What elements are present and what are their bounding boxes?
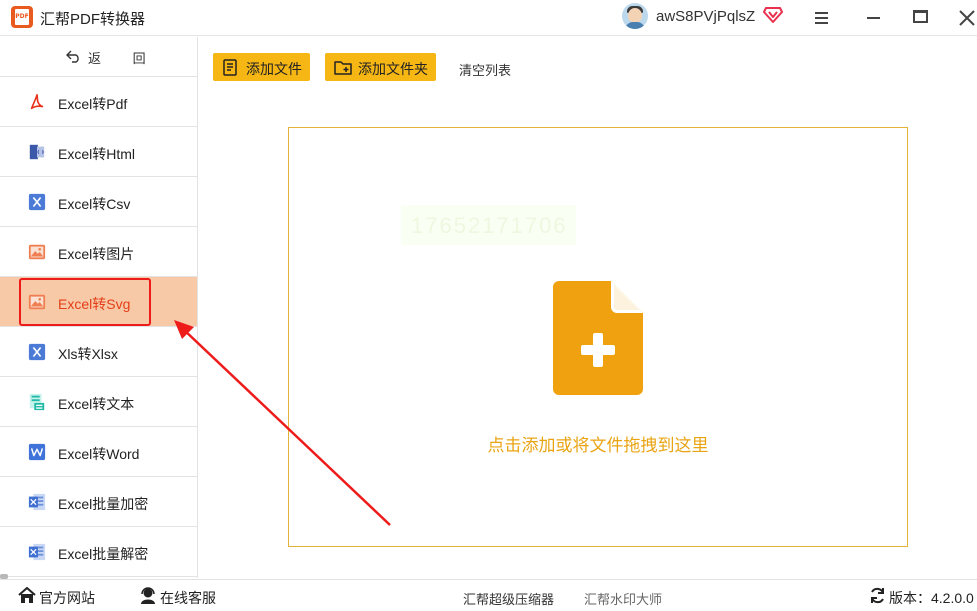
user-avatar[interactable] [622, 3, 648, 29]
clear-list-button[interactable]: 清空列表 [459, 60, 511, 79]
sidebar-item-label: Excel转文本 [58, 396, 135, 412]
back-label: 返 回 [88, 51, 160, 66]
pdf-icon [30, 93, 44, 110]
sidebar-item-label: Excel批量解密 [58, 546, 149, 562]
csv-icon [28, 193, 46, 211]
minimize-icon[interactable] [864, 8, 884, 28]
version-label: 版本：4.2.0.0 [889, 590, 974, 606]
official-website-label: 官方网站 [39, 590, 95, 606]
sidebar-item-label: Excel转Word [58, 446, 140, 462]
refresh-icon [871, 587, 884, 604]
sidebar-item-label: Excel批量加密 [58, 496, 149, 512]
app-logo-icon: PDF [11, 6, 33, 28]
sidebar-item-excel-to-image[interactable]: Excel转图片 [0, 227, 197, 277]
sidebar-item-label: Excel转Pdf [58, 96, 128, 112]
drop-hint: 点击添加或将文件拖拽到这里 [487, 436, 709, 455]
sidebar-item-excel-to-csv[interactable]: Excel转Csv [0, 177, 197, 227]
watermark-app-link[interactable]: 汇帮水印大师 [584, 589, 662, 608]
file-drop-zone[interactable]: 17652171706 点击添加或将文件拖拽到这里 [288, 127, 908, 547]
title-bar: PDF 汇帮PDF转换器 awS8PVjPqlsZ [0, 0, 977, 36]
status-bar: 官方网站 在线客服 汇帮超级压缩器 汇帮水印大师 版本：4.2.0.0 [0, 579, 977, 611]
add-file-icon [223, 59, 237, 76]
support-agent-icon [141, 587, 155, 604]
add-file-button[interactable]: 添加文件 [213, 53, 310, 81]
maximize-icon[interactable] [911, 8, 931, 28]
add-folder-icon [334, 61, 352, 75]
sidebar-item-label: Excel转Html [58, 146, 136, 162]
add-folder-label: 添加文件夹 [358, 61, 428, 77]
sidebar-item-excel-batch-decrypt[interactable]: Excel批量解密 [0, 527, 197, 577]
text-icon [29, 393, 45, 411]
sidebar-item-xls-to-xlsx[interactable]: Xls转Xlsx [0, 327, 197, 377]
back-button[interactable]: 返 回 [0, 37, 197, 77]
sidebar-item-label: Xls转Xlsx [58, 346, 118, 362]
close-icon[interactable] [957, 8, 977, 28]
vip-diamond-icon[interactable] [763, 6, 783, 24]
sidebar-item-excel-batch-encrypt[interactable]: Excel批量加密 [0, 477, 197, 527]
excel-lock-icon [28, 493, 46, 511]
add-document-icon[interactable] [553, 281, 643, 395]
username[interactable]: awS8PVjPqlsZ [656, 8, 755, 25]
add-folder-button[interactable]: 添加文件夹 [325, 53, 436, 81]
sidebar-item-label: Excel转Csv [58, 196, 131, 212]
sidebar-item-excel-to-word[interactable]: Excel转Word [0, 427, 197, 477]
app-logo-text: PDF [15, 13, 29, 20]
xlsx-icon [28, 343, 46, 361]
sidebar-item-excel-to-html[interactable]: Excel转Html [0, 127, 197, 177]
sidebar-item-excel-to-pdf[interactable]: Excel转Pdf [0, 77, 197, 127]
annotation-highlight-box [19, 278, 151, 326]
excel-unlock-icon [28, 543, 46, 561]
sidebar-item-excel-to-text[interactable]: Excel转文本 [0, 377, 197, 427]
add-file-label: 添加文件 [246, 61, 302, 77]
watermark-text: 17652171706 [401, 205, 576, 245]
online-support-label: 在线客服 [160, 590, 216, 606]
sidebar-item-label: Excel转图片 [58, 246, 135, 262]
word-icon [28, 443, 46, 461]
compressor-app-link[interactable]: 汇帮超级压缩器 [463, 589, 554, 608]
image-icon [28, 244, 46, 260]
app-title: 汇帮PDF转换器 [40, 11, 146, 28]
home-icon [18, 587, 36, 603]
back-arrow-icon [66, 50, 79, 63]
html-icon [29, 144, 45, 160]
menu-icon[interactable] [812, 8, 832, 28]
